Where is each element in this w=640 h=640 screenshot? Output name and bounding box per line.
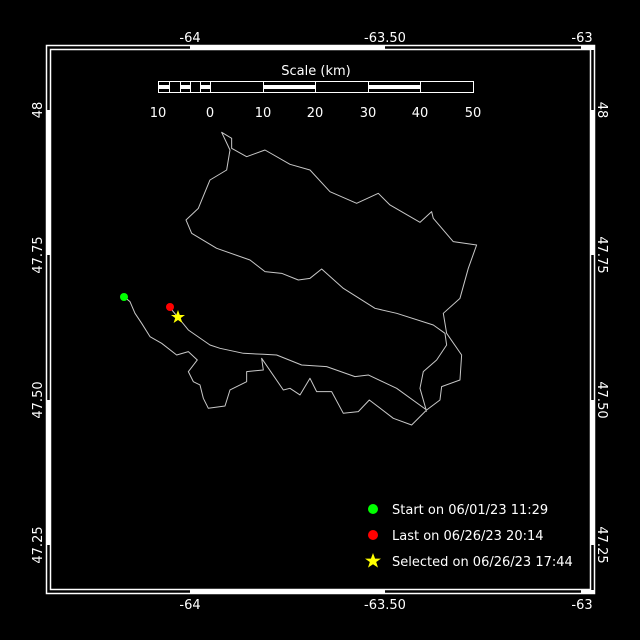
y-tick-right: 47.75 xyxy=(594,236,609,273)
legend-selected-label: Selected on 06/26/23 17:44 xyxy=(392,555,573,570)
scale-label: 40 xyxy=(412,106,429,121)
y-tick-right: 47.25 xyxy=(594,526,609,563)
y-tick-left: 48 xyxy=(31,102,46,119)
track xyxy=(124,131,478,426)
x-tick-top: -63 xyxy=(571,31,592,46)
y-tick-right: 47.50 xyxy=(594,381,609,418)
x-tick-bottom: -64 xyxy=(179,598,200,613)
y-tick-left: 47.25 xyxy=(31,526,46,563)
x-tick-top: -63.50 xyxy=(364,31,406,46)
scale-bar-title: Scale (km) xyxy=(281,64,350,79)
track-line-return xyxy=(169,307,427,411)
scale-label: 10 xyxy=(255,106,272,121)
last-marker[interactable] xyxy=(166,303,174,311)
y-tick-right: 48 xyxy=(594,102,609,119)
scale-bar: Scale (km) 10 0 10 20 30 40 50 xyxy=(150,64,482,121)
y-tick-left: 47.50 xyxy=(31,381,46,418)
track-line-main xyxy=(124,131,478,426)
legend-start-label: Start on 06/01/23 11:29 xyxy=(392,503,548,518)
scale-label: 0 xyxy=(206,106,214,121)
legend-star-icon xyxy=(365,553,381,568)
start-marker[interactable] xyxy=(120,293,128,301)
scale-label: 20 xyxy=(307,106,324,121)
scale-label: 30 xyxy=(360,106,377,121)
legend-last-icon xyxy=(368,530,378,540)
legend: Start on 06/01/23 11:29 Last on 06/26/23… xyxy=(365,503,573,570)
y-tick-left: 47.75 xyxy=(31,236,46,273)
legend-last-label: Last on 06/26/23 20:14 xyxy=(392,529,544,544)
x-tick-bottom: -63 xyxy=(571,598,592,613)
scale-label: 50 xyxy=(465,106,482,121)
x-tick-top: -64 xyxy=(179,31,200,46)
x-tick-bottom: -63.50 xyxy=(364,598,406,613)
map-canvas: -64 -63.50 -63 -64 -63.50 -63 48 47.75 4… xyxy=(31,31,609,613)
scale-label: 10 xyxy=(150,106,167,121)
legend-start-icon xyxy=(368,504,378,514)
